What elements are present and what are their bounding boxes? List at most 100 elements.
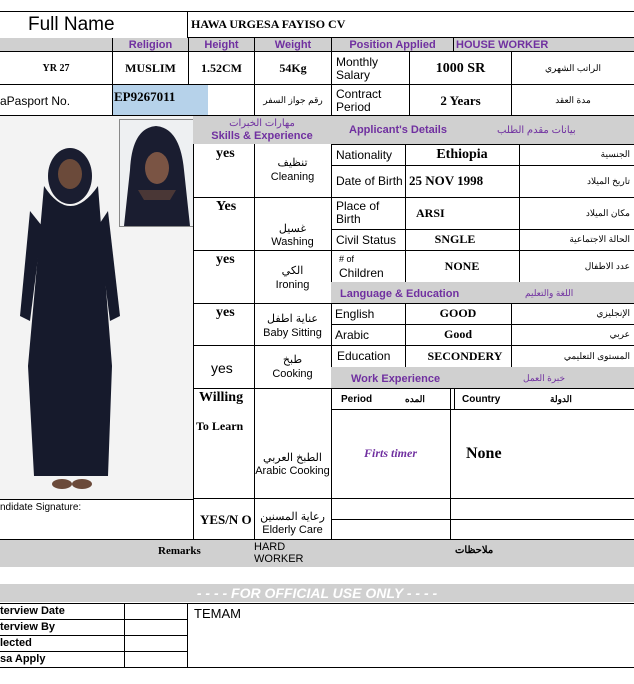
age-value: YR 27 <box>42 63 70 74</box>
skill-baby-sitting-answer: yes <box>216 305 235 320</box>
details-title-en: Applicant's Details <box>349 124 447 136</box>
work-title-ar: خبرة العمل <box>523 373 566 383</box>
headshot-photo <box>119 119 194 227</box>
monthly-salary-label: Monthly Salary <box>331 52 409 85</box>
skill-cleaning-ar: تنظيف <box>277 157 308 169</box>
remarks-label: Remarks <box>158 545 201 557</box>
country-value: None <box>466 444 502 462</box>
education-label: Education <box>337 349 391 363</box>
language-title-en: Language & Education <box>340 288 460 300</box>
skill-washing: غسيل Washing <box>254 222 331 250</box>
civil-status-ar: الحالة الاجتماعية <box>569 234 630 244</box>
salary-value: 1000 SR <box>409 52 511 85</box>
skill-cooking: طبخ Cooking <box>254 350 331 384</box>
contract-value: 2 Years <box>409 85 511 116</box>
cv-name: HAWA URGESA FAYISO CV <box>187 11 634 38</box>
skill-ironing-ar: الكي <box>281 265 304 277</box>
full-name-label: Full Name <box>0 11 187 38</box>
skill-arabic-cooking-en: Arabic Cooking <box>255 465 330 477</box>
contract-ar: مدة العقد <box>511 85 634 116</box>
skill-baby-sitting: عناية اطفل Baby Sitting <box>254 310 331 342</box>
passport-label: aPasport No. <box>0 93 71 108</box>
agency-name: TEMAM <box>194 606 241 621</box>
skill-ironing: الكي Ironing <box>254 260 331 296</box>
language-title-ar: اللغة والتعليم <box>525 288 574 298</box>
visa-apply-label: sa Apply <box>0 653 46 665</box>
arabic-label: Arabic <box>335 327 370 342</box>
skill-arabic-cooking: الطبخ العربي Arabic Cooking <box>254 443 331 487</box>
height-value: 1.52CM <box>188 52 254 85</box>
interview-date-label: terview Date <box>0 605 65 617</box>
skills-title-ar: مهارات الخبرات <box>229 118 295 129</box>
skill-ironing-en: Ironing <box>275 279 310 291</box>
elderly-answer: YES/N O <box>200 512 252 527</box>
skills-header: مهارات الخبرات Skills & Experience <box>193 116 331 144</box>
pob-label: Place of Birth <box>336 199 380 226</box>
details-title-ar: بيانات مقدم الطلب <box>497 125 576 136</box>
dob-value: 25 NOV 1998 <box>409 173 484 188</box>
nationality-ar: الجنسية <box>600 149 630 159</box>
passport-value: EP9267011 <box>112 85 208 115</box>
height-label: Height <box>188 38 254 52</box>
education-ar: المستوى التعليمي <box>563 350 630 361</box>
skill-washing-en: Washing <box>271 236 314 248</box>
contract-label: Contract Period <box>331 85 409 116</box>
children-label-2: Children <box>339 266 384 280</box>
children-label-1: # of <box>339 254 355 264</box>
skill-cleaning-en: Cleaning <box>270 171 315 183</box>
country-label: Country <box>462 394 501 405</box>
civil-status-label: Civil Status <box>336 232 397 247</box>
position-label: Position Applied <box>331 38 453 52</box>
remarks-ar: ملاحظات <box>455 545 494 556</box>
interview-by-label: terview By <box>0 621 56 633</box>
education-value: SECONDERY <box>427 348 503 363</box>
children-label: # of Children <box>339 252 405 282</box>
weight-value: 54Kg <box>254 52 331 85</box>
skill-ironing-answer: yes <box>216 252 235 267</box>
civil-status-value: SNGLE <box>434 232 476 246</box>
dob-label: Date of Birth <box>336 173 403 188</box>
religion-value: MUSLIM <box>112 52 188 85</box>
skills-title-en: Skills & Experience <box>211 130 313 142</box>
arabic-value: Good <box>443 327 472 341</box>
full-name-label-text: Full Name <box>28 14 115 35</box>
skill-elderly-care-en: Elderly Care <box>262 524 323 536</box>
passport-ar: رقم جواز السفر <box>254 85 331 116</box>
work-title-en: Work Experience <box>351 373 441 385</box>
willing-label: Willing <box>199 390 244 405</box>
religion-label: Religion <box>112 38 188 52</box>
children-value: NONE <box>444 258 480 273</box>
cv-name-text: HAWA URGESA FAYISO CV <box>191 17 346 31</box>
skill-cleaning-answer: yes <box>216 146 235 161</box>
salary-ar: الراتب الشهري <box>511 52 634 85</box>
skill-cooking-en: Cooking <box>272 368 313 380</box>
skill-arabic-cooking-ar: الطبخ العربي <box>263 452 322 464</box>
skill-elderly-care-ar: رعاية المسنين <box>260 511 325 523</box>
skill-cleaning: تنظيف Cleaning <box>254 150 331 190</box>
children-ar: عدد الاطفال <box>584 260 630 271</box>
nationality-label: Nationality <box>336 147 393 162</box>
period-label: Period <box>341 394 373 405</box>
skill-cooking-answer: yes <box>211 360 233 376</box>
english-label: English <box>335 306 375 321</box>
english-value: GOOD <box>439 306 477 320</box>
skill-washing-ar: غسيل <box>278 223 307 235</box>
weight-label: Weight <box>254 38 331 52</box>
period-ar: المده <box>405 394 425 404</box>
skill-washing-answer: Yes <box>216 199 237 214</box>
dob-ar: تاريخ الميلاد <box>587 175 630 186</box>
english-ar: الإنجليزي <box>596 308 630 318</box>
nationality-value: Ethiopia <box>436 146 488 162</box>
arabic-ar: عربي <box>609 329 630 339</box>
official-banner: - - - - FOR OFFICIAL USE ONLY - - - - <box>0 584 634 602</box>
remarks-value: HARD WORKER <box>254 541 304 565</box>
skill-elderly-care: رعاية المسنين Elderly Care <box>254 510 331 538</box>
to-learn-label: To Learn <box>196 419 244 433</box>
pob-value: ARSI <box>416 205 445 220</box>
period-value: Firts timer <box>363 446 417 460</box>
country-ar: الدولة <box>550 394 572 404</box>
position-value: HOUSE WORKER <box>453 38 634 52</box>
skill-cooking-ar: طبخ <box>282 354 303 366</box>
skill-baby-sitting-en: Baby Sitting <box>263 327 322 339</box>
selected-label: lected <box>0 637 32 649</box>
